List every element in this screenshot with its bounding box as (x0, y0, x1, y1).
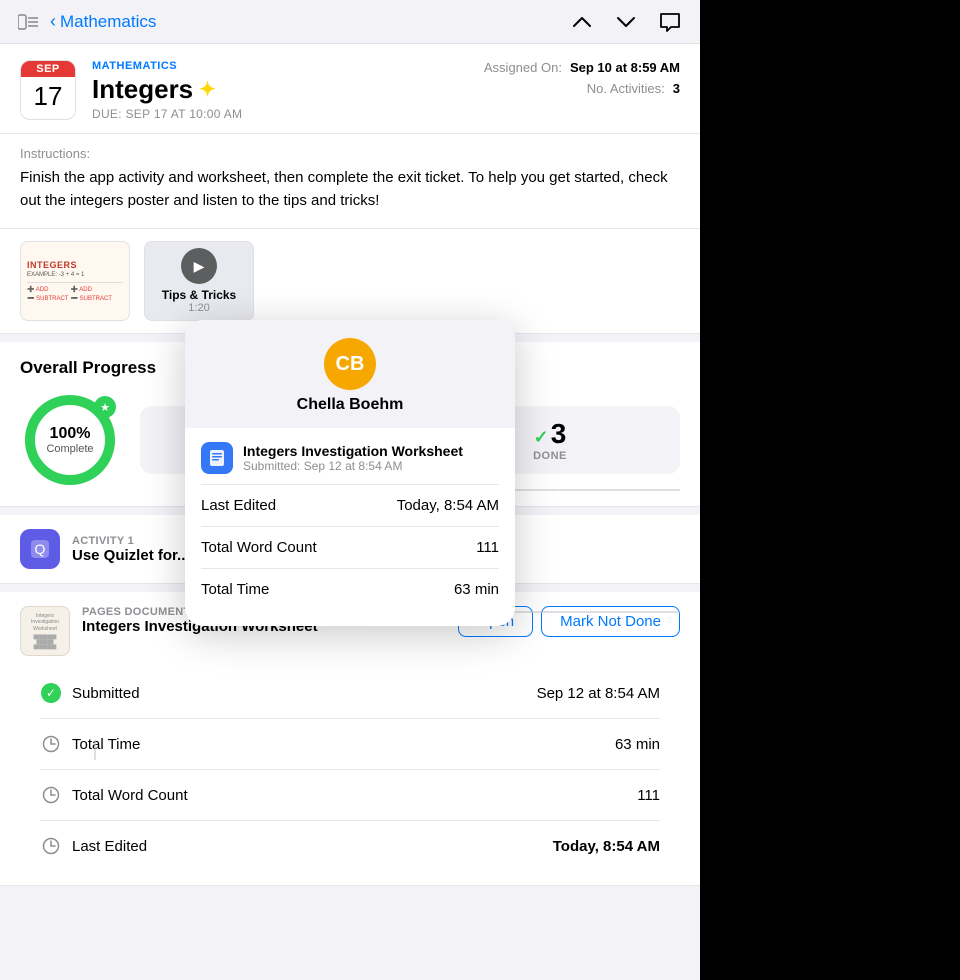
no-activities-label: No. Activities: (587, 81, 665, 96)
popover-header: CB Chella Boehm (185, 320, 515, 428)
top-bar: ‹ Mathematics (0, 0, 700, 44)
top-bar-right (568, 8, 684, 36)
word-count-icon (40, 784, 62, 806)
submitted-icon: ✓ (40, 682, 62, 704)
doc-thumbnail: IntegersInvestigationWorksheet █████████… (20, 606, 70, 656)
comment-icon[interactable] (656, 8, 684, 36)
popover-total-time-value: 63 min (454, 581, 499, 598)
instructions-text: Finish the app activity and worksheet, t… (20, 167, 680, 212)
assignment-meta: Assigned On: Sep 10 at 8:59 AM No. Activ… (484, 60, 680, 96)
poster-op-add: ➕ ADD (27, 286, 68, 293)
poster-subtitle: EXAMPLE: -3 + 4 = 1 (27, 272, 84, 278)
assigned-on-value: Sep 10 at 8:59 AM (570, 60, 680, 75)
total-time-icon (40, 733, 62, 755)
popover-doc-icon (201, 442, 233, 474)
status-row-submitted: ✓ Submitted Sep 12 at 8:54 AM (40, 668, 660, 719)
popover-doc-name: Integers Investigation Worksheet (243, 443, 463, 459)
popover-total-time-label: Total Time (201, 581, 454, 598)
doc-thumb-content: IntegersInvestigationWorksheet █████████… (29, 611, 61, 652)
popover-word-count-value: 111 (476, 539, 499, 556)
video-label: Tips & Tricks (162, 288, 236, 302)
donut-chart: 100% Complete ★ (20, 390, 120, 490)
star-badge: ★ (94, 396, 116, 418)
calendar-month: SEP (21, 61, 75, 77)
popover-doc-submitted: Submitted: Sep 12 at 8:54 AM (243, 459, 463, 473)
student-avatar: CB (324, 338, 376, 390)
mark-not-done-button[interactable]: Mark Not Done (541, 606, 680, 637)
title-text: Integers (92, 74, 193, 105)
activity-icon: Q (20, 529, 60, 569)
word-count-label: Total Word Count (72, 787, 637, 804)
donut-percent: 100% (46, 425, 93, 443)
top-bar-left: ‹ Mathematics (16, 10, 156, 34)
popover-doc-info: Integers Investigation Worksheet Submitt… (243, 443, 463, 473)
total-time-value: 63 min (615, 736, 660, 753)
word-count-value: 111 (637, 787, 660, 804)
sidebar-toggle-button[interactable] (16, 10, 40, 34)
chevron-down-icon[interactable] (612, 8, 640, 36)
assignment-header: SEP 17 MATHEMATICS Integers ✦ DUE: SEP 1… (0, 44, 700, 134)
popover-stat-last-edited: Last Edited Today, 8:54 AM (201, 485, 499, 527)
chevron-left-icon: ‹ (50, 11, 56, 32)
poster-attachment[interactable]: INTEGERS EXAMPLE: -3 + 4 = 1 ➕ ADD ➕ ADD… (20, 241, 130, 321)
video-duration: 1:20 (188, 302, 209, 314)
sparkle-icon: ✦ (199, 77, 216, 102)
popover-last-edited-value: Today, 8:54 AM (397, 497, 499, 514)
popover-stat-word-count: Total Word Count 111 (201, 527, 499, 569)
assignment-info: MATHEMATICS Integers ✦ DUE: SEP 17 AT 10… (92, 60, 468, 121)
popover-stat-total-time: Total Time 63 min (201, 569, 499, 610)
chevron-up-icon[interactable] (568, 8, 596, 36)
video-attachment[interactable]: ▶ Tips & Tricks 1:20 (144, 241, 254, 321)
poster-title: INTEGERS (27, 260, 77, 270)
calendar-icon: SEP 17 (20, 60, 76, 120)
total-time-label: Total Time (72, 736, 615, 753)
status-section: ✓ Submitted Sep 12 at 8:54 AM Total Time… (20, 668, 680, 871)
assigned-on-label: Assigned On: (484, 60, 562, 75)
last-edited-icon (40, 835, 62, 857)
popover-word-count-label: Total Word Count (201, 539, 476, 556)
subject-label: MATHEMATICS (92, 60, 468, 72)
poster-op-sub2: ➖ SUBTRACT (70, 295, 111, 302)
attachments-row: INTEGERS EXAMPLE: -3 + 4 = 1 ➕ ADD ➕ ADD… (0, 229, 700, 334)
right-panel (700, 0, 960, 980)
back-label: Mathematics (60, 12, 156, 32)
popover-last-edited-label: Last Edited (201, 497, 397, 514)
assigned-on-row: Assigned On: Sep 10 at 8:59 AM (484, 60, 680, 75)
last-edited-value: Today, 8:54 AM (553, 838, 660, 855)
back-button[interactable]: ‹ Mathematics (50, 11, 156, 32)
last-edited-label: Last Edited (72, 838, 553, 855)
status-row-last-edited: Last Edited Today, 8:54 AM (40, 821, 660, 871)
submitted-value: Sep 12 at 8:54 AM (537, 685, 660, 702)
status-row-word-count: Total Word Count 111 (40, 770, 660, 821)
stat-check-icon: ✓ (534, 427, 549, 447)
no-activities-row: No. Activities: 3 (484, 81, 680, 96)
svg-text:Q: Q (35, 541, 46, 557)
submitted-label: Submitted (72, 685, 537, 702)
popover-doc-row: Integers Investigation Worksheet Submitt… (201, 428, 499, 485)
due-label: DUE: SEP 17 AT 10:00 AM (92, 107, 468, 121)
donut-label: Complete (46, 443, 93, 455)
doc-section: IntegersInvestigationWorksheet █████████… (0, 592, 700, 886)
poster-op-sub: ➖ SUBTRACT (27, 295, 68, 302)
instructions-heading: Instructions: (20, 146, 680, 161)
no-activities-value: 3 (673, 81, 680, 96)
instructions-section: Instructions: Finish the app activity an… (0, 134, 700, 229)
student-popover[interactable]: CB Chella Boehm Integers Investigation W… (185, 320, 515, 626)
poster-op-add2: ➕ ADD (70, 286, 111, 293)
assignment-title: Integers ✦ (92, 74, 468, 105)
calendar-day: 17 (21, 77, 75, 115)
student-name: Chella Boehm (297, 396, 404, 414)
status-row-total-time: Total Time 63 min (40, 719, 660, 770)
submitted-check: ✓ (41, 683, 61, 703)
donut-center: 100% Complete (46, 425, 93, 455)
popover-body: Integers Investigation Worksheet Submitt… (185, 428, 515, 626)
play-button[interactable]: ▶ (181, 248, 217, 284)
